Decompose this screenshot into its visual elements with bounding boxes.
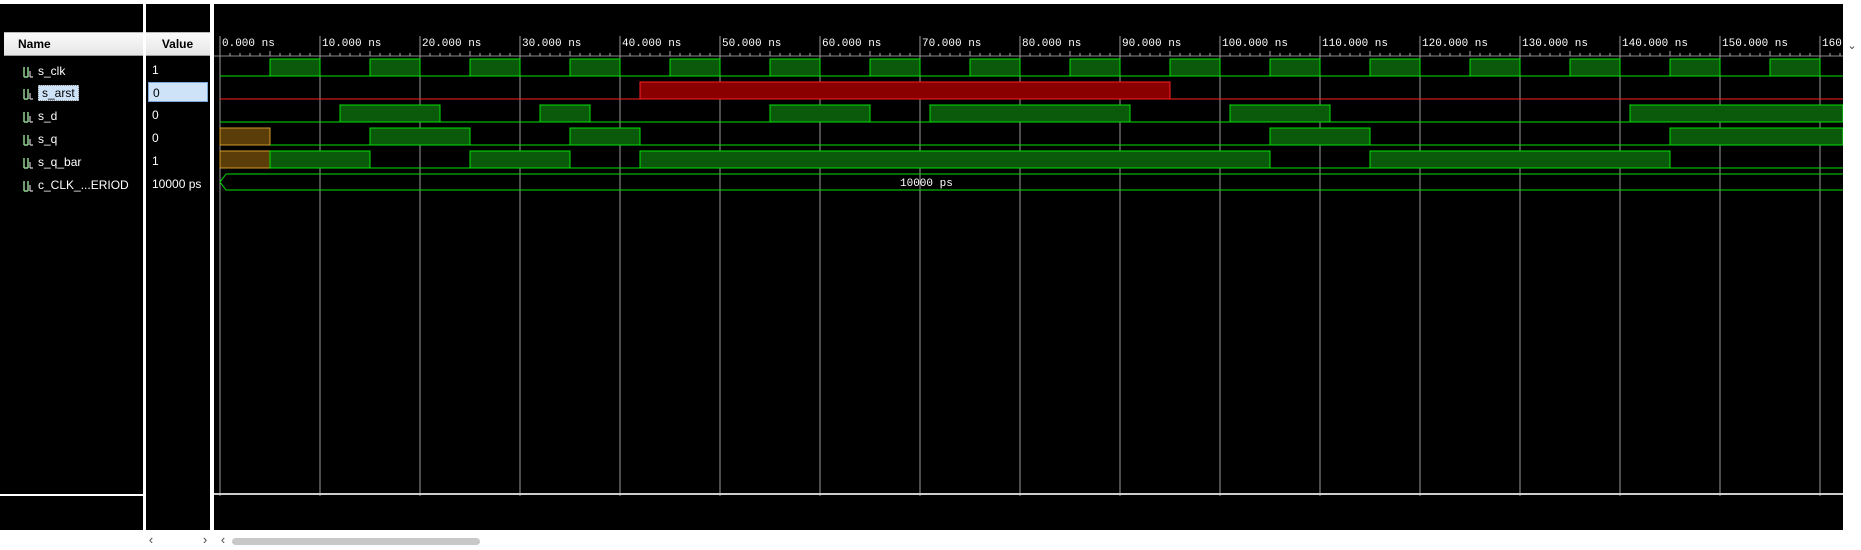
high-pulse [1169, 58, 1221, 77]
signal-name-label: s_q [38, 131, 58, 146]
high-pulse [1569, 58, 1621, 77]
signal-value-s-q-bar: 1 [152, 154, 159, 168]
high-pulse [929, 104, 1131, 123]
high-pulse [669, 58, 721, 77]
time-tick-label: 40.000 ns [622, 38, 681, 50]
high-pulse [969, 58, 1021, 77]
high-pulse [769, 58, 821, 77]
time-tick-label: 80.000 ns [1022, 38, 1081, 50]
time-tick-label: 120.000 ns [1422, 38, 1488, 50]
wave-scroll-left-arrow-icon[interactable]: ‹ [216, 530, 230, 550]
high-pulse [469, 150, 571, 169]
high-pulse [1669, 127, 1843, 146]
logic-signal-icon [22, 178, 34, 192]
horizontal-scroll-thumb[interactable] [232, 538, 480, 545]
signal-name-c-clk-period[interactable]: c_CLK_...ERIOD [22, 173, 142, 195]
high-pulse [1669, 58, 1721, 77]
signal-name-label: s_q_bar [38, 154, 82, 169]
signal-name-label: s_arst [38, 84, 79, 101]
high-pulse [569, 58, 621, 77]
time-tick-label: 30.000 ns [522, 38, 581, 50]
signal-name-label: c_CLK_...ERIOD [38, 177, 129, 192]
high-pulse [469, 58, 521, 77]
scroll-down-arrow-icon[interactable]: ⌄ [1845, 36, 1859, 56]
time-tick-label: 20.000 ns [422, 38, 481, 50]
scroll-right-arrow-icon[interactable]: › [198, 530, 212, 550]
high-pulse [369, 127, 471, 146]
signal-value-s-clk: 1 [152, 63, 159, 77]
unknown-segment [219, 150, 271, 169]
signal-name-s-q-bar[interactable]: s_q_bar [22, 150, 142, 172]
high-pulse [269, 58, 321, 77]
time-tick-label: 130.000 ns [1522, 38, 1588, 50]
time-tick-label: 60.000 ns [822, 38, 881, 50]
time-tick-label: 150.000 ns [1722, 38, 1788, 50]
logic-signal-icon [22, 132, 34, 146]
waveform-canvas[interactable]: 0.000 ns 10.000 ns 20.000 ns 30.000 ns 40.00… [214, 32, 1843, 496]
time-tick-label: 140.000 ns [1622, 38, 1688, 50]
high-pulse [339, 104, 441, 123]
high-pulse [769, 104, 871, 123]
high-pulse [1629, 104, 1843, 123]
high-pulse [1229, 104, 1331, 123]
signal-value-s-d: 0 [152, 108, 159, 122]
time-tick-label: 110.000 ns [1322, 38, 1388, 50]
high-pulse [369, 58, 421, 77]
value-column-header[interactable]: Value [145, 32, 210, 56]
name-column-header[interactable]: Name [4, 32, 143, 56]
signal-name-s-arst[interactable]: s_arst [22, 81, 142, 103]
high-pulse [1769, 58, 1821, 77]
high-pulse [1369, 58, 1421, 77]
signal-name-s-d[interactable]: s_d [22, 104, 142, 126]
logic-signal-icon [22, 109, 34, 123]
bus-lower-edge [219, 173, 1843, 191]
time-tick-label: 160. [1822, 38, 1843, 50]
logic-signal-icon [22, 64, 34, 78]
high-pulse [1069, 58, 1121, 77]
high-pulse [569, 127, 641, 146]
logic-signal-icon [22, 155, 34, 169]
high-pulse [639, 150, 1271, 169]
high-pulse [639, 81, 1171, 100]
high-pulse [1369, 150, 1671, 169]
name-panel-bottom-rule [0, 494, 143, 496]
logic-signal-icon [22, 86, 34, 100]
scroll-left-arrow-icon[interactable]: ‹ [144, 530, 158, 550]
signal-name-s-q[interactable]: s_q [22, 127, 142, 149]
time-tick-label: 100.000 ns [1222, 38, 1288, 50]
high-pulse [1269, 58, 1321, 77]
high-pulse [869, 58, 921, 77]
signal-value-c-clk-period: 10000 ps [152, 177, 202, 191]
high-pulse [269, 150, 371, 169]
high-pulse [539, 104, 591, 123]
signal-value-s-q: 0 [152, 131, 159, 145]
high-pulse [1269, 127, 1371, 146]
name-value-divider[interactable] [143, 0, 146, 550]
signal-name-label: s_clk [38, 63, 66, 78]
top-border [0, 0, 1861, 4]
signal-name-s-clk[interactable]: s_clk [22, 59, 142, 81]
time-tick-label: 0.000 ns [222, 38, 275, 50]
name-scroll-track [0, 530, 143, 550]
high-pulse [1469, 58, 1521, 77]
unknown-segment [219, 127, 271, 146]
signal-name-label: s_d [38, 108, 58, 123]
time-tick-label: 70.000 ns [922, 38, 981, 50]
signal-value-s-arst: 0 [148, 82, 208, 102]
bus-value-label: 10000 ps [900, 178, 953, 190]
time-tick-label: 10.000 ns [322, 38, 381, 50]
time-tick-label: 90.000 ns [1122, 38, 1181, 50]
time-tick-label: 50.000 ns [722, 38, 781, 50]
